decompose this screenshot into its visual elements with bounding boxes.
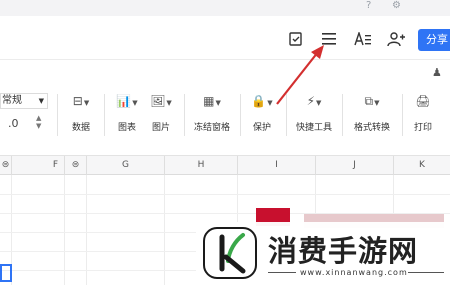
divider bbox=[408, 272, 444, 273]
watermark-logo bbox=[203, 227, 257, 279]
divider bbox=[268, 272, 296, 273]
watermark-url: www.xinnanwang.com bbox=[300, 268, 408, 277]
watermark-brand: 消费手游网 bbox=[268, 234, 419, 268]
